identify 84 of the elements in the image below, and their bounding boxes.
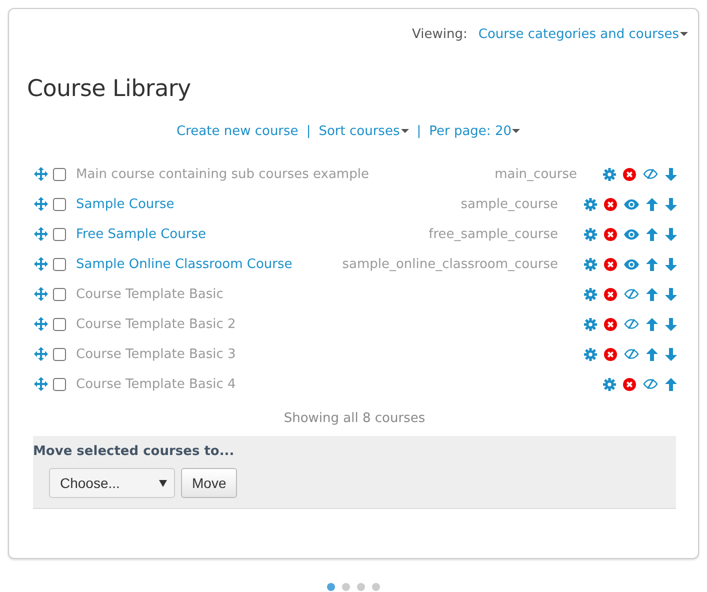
delete-icon[interactable] (604, 258, 617, 270)
course-name-link[interactable]: Course Template Basic 4 (76, 376, 603, 392)
course-checkbox[interactable] (53, 288, 66, 300)
up-arrow-icon[interactable] (646, 228, 658, 240)
course-name-link[interactable]: Course Template Basic 2 (76, 316, 584, 332)
down-arrow-icon[interactable] (665, 288, 677, 300)
settings-icon[interactable] (584, 198, 597, 210)
course-count: Showing all 8 courses (282, 411, 426, 426)
move-icon[interactable] (34, 257, 48, 271)
action-link[interactable]: Create new course (176, 124, 298, 139)
eye-icon[interactable] (624, 228, 639, 240)
settings-icon[interactable] (584, 258, 597, 270)
eye-slash-icon[interactable] (643, 168, 658, 180)
move-icon[interactable] (34, 377, 48, 391)
course-shortname: free_sample_course (428, 226, 558, 242)
move-icon[interactable] (34, 197, 48, 211)
up-arrow-icon[interactable] (646, 198, 658, 210)
course-shortname: sample_course (460, 196, 558, 212)
category-select[interactable]: Choose... (49, 468, 175, 498)
action-link[interactable]: Per page: 20 (429, 124, 520, 139)
move-icon[interactable] (34, 347, 48, 361)
move-icon[interactable] (34, 227, 48, 241)
settings-icon[interactable] (584, 228, 597, 240)
down-arrow-icon[interactable] (665, 228, 677, 240)
down-arrow-icon[interactable] (665, 258, 677, 270)
course-checkbox[interactable] (53, 348, 66, 360)
settings-icon[interactable] (603, 168, 616, 180)
pager-dot[interactable] (372, 583, 380, 591)
action-link[interactable]: Sort courses (318, 124, 409, 139)
course-name-link[interactable]: Free Sample Course (76, 226, 429, 242)
pager-dot[interactable] (342, 583, 350, 591)
separator: | (306, 124, 311, 139)
delete-icon[interactable] (604, 198, 617, 210)
delete-icon[interactable] (604, 288, 617, 300)
viewing-label: Viewing: (412, 27, 468, 42)
delete-icon[interactable] (604, 348, 617, 360)
eye-icon[interactable] (624, 198, 639, 210)
eye-icon[interactable] (624, 258, 639, 270)
delete-icon[interactable] (604, 228, 617, 240)
course-shortname: sample_online_classroom_course (342, 256, 558, 272)
down-arrow-icon[interactable] (665, 318, 677, 330)
down-arrow-icon[interactable] (665, 168, 677, 180)
course-name-link[interactable]: Sample Online Classroom Course (76, 256, 342, 272)
pager-dot[interactable] (327, 583, 335, 591)
course-name-link[interactable]: Course Template Basic 3 (76, 346, 584, 362)
caret-icon (159, 480, 167, 486)
settings-icon[interactable] (584, 288, 597, 300)
viewing-dropdown[interactable]: Course categories and courses (478, 27, 688, 42)
move-icon[interactable] (34, 167, 48, 181)
move-icon[interactable] (34, 317, 48, 331)
eye-slash-icon[interactable] (624, 318, 639, 330)
page-title: Course Library (27, 76, 192, 102)
down-arrow-icon[interactable] (665, 198, 677, 210)
delete-icon[interactable] (623, 168, 636, 180)
eye-slash-icon[interactable] (624, 348, 639, 360)
course-checkbox[interactable] (53, 168, 66, 180)
move-button[interactable]: Move (181, 468, 238, 498)
separator: | (416, 124, 422, 139)
up-arrow-icon[interactable] (665, 378, 677, 390)
up-arrow-icon[interactable] (646, 258, 658, 270)
down-arrow-icon[interactable] (665, 348, 677, 360)
pager-dot[interactable] (357, 583, 365, 591)
settings-icon[interactable] (584, 318, 597, 330)
move-heading: Move selected courses to... (33, 444, 236, 459)
move-icon[interactable] (34, 287, 48, 301)
course-shortname: main_course (494, 166, 577, 182)
course-name-link[interactable]: Main course containing sub courses example (76, 166, 495, 182)
up-arrow-icon[interactable] (646, 288, 658, 300)
delete-icon[interactable] (623, 378, 636, 390)
course-checkbox[interactable] (53, 198, 66, 210)
delete-icon[interactable] (604, 318, 617, 330)
course-checkbox[interactable] (53, 228, 66, 240)
course-name-link[interactable]: Course Template Basic (76, 286, 584, 302)
course-name-link[interactable]: Sample Course (76, 196, 461, 212)
course-checkbox[interactable] (53, 318, 66, 330)
select-value: Choose... (60, 475, 120, 491)
eye-slash-icon[interactable] (624, 288, 639, 300)
settings-icon[interactable] (584, 348, 597, 360)
eye-slash-icon[interactable] (643, 378, 658, 390)
course-checkbox[interactable] (53, 378, 66, 390)
up-arrow-icon[interactable] (646, 348, 658, 360)
settings-icon[interactable] (603, 378, 616, 390)
course-checkbox[interactable] (53, 258, 66, 270)
up-arrow-icon[interactable] (646, 318, 658, 330)
